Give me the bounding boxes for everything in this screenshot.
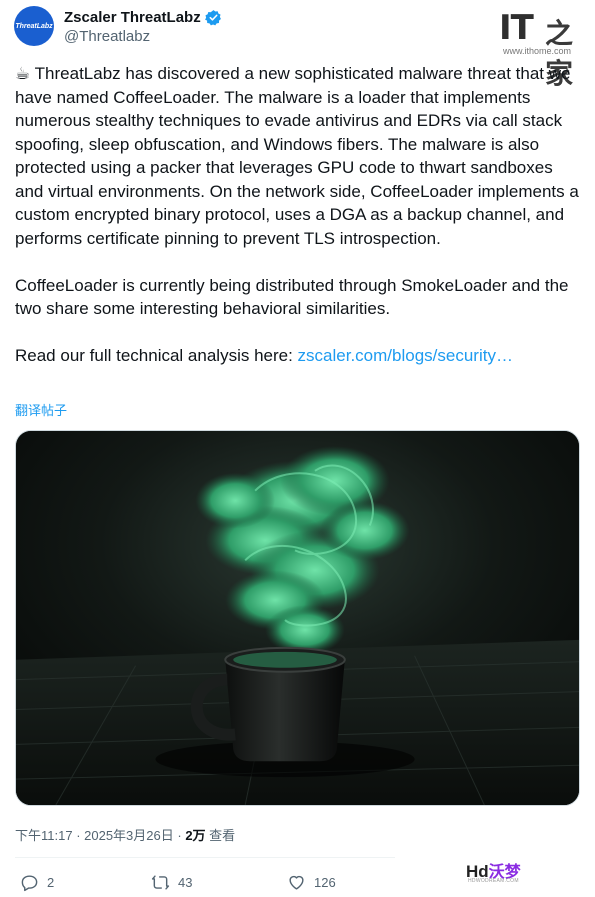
tweet-meta: 下午11:17 · 2025年3月26日 · 2万 查看 <box>15 825 235 844</box>
tweet-paragraph-1: ☕ ThreatLabz has discovered a new sophis… <box>15 64 584 248</box>
ithome-brand: IT <box>499 8 534 48</box>
display-name[interactable]: Zscaler ThreatLabz <box>64 8 201 27</box>
hd-url: HDWODREAM.COM <box>468 878 519 884</box>
like-button[interactable]: 126 <box>287 873 336 892</box>
blog-link[interactable]: zscaler.com/blogs/security… <box>298 346 513 365</box>
reply-button[interactable]: 2 <box>20 873 54 892</box>
verified-badge-icon <box>204 10 221 26</box>
tweet-actions: 2 43 126 <box>20 873 400 895</box>
views-count: 2万 <box>185 828 206 843</box>
handle[interactable]: @Threatlabz <box>64 27 222 46</box>
hdwodream-watermark: Hd沃梦 HDWODREAM.COM <box>466 858 524 888</box>
ithome-url: www.ithome.com <box>503 46 572 56</box>
meta-separator-2: · <box>173 828 186 843</box>
avatar[interactable]: ThreatLabz <box>14 6 54 46</box>
translate-post-link[interactable]: 翻译帖子 <box>15 400 67 419</box>
tweet-paragraph-3: Read our full technical analysis here: <box>15 346 298 365</box>
tweet-time[interactable]: 下午11:17 <box>15 828 73 843</box>
tweet-body: ☕ ThreatLabz has discovered a new sophis… <box>15 62 585 368</box>
tweet-media-image[interactable] <box>15 430 580 806</box>
retweet-button[interactable]: 43 <box>151 873 192 892</box>
reply-count: 2 <box>47 875 55 890</box>
views-label: 查看 <box>205 828 236 843</box>
divider <box>15 857 395 858</box>
tweet-paragraph-2: CoffeeLoader is currently being distribu… <box>15 275 574 319</box>
tweet-header: ThreatLabz Zscaler ThreatLabz @Threatlab… <box>14 6 581 50</box>
meta-separator: · <box>72 828 85 843</box>
ithome-watermark: IT 之家 www.ithome.com <box>499 8 583 89</box>
retweet-icon <box>151 875 170 890</box>
like-count: 126 <box>314 875 336 890</box>
avatar-label: ThreatLabz <box>15 22 53 30</box>
display-name-row[interactable]: Zscaler ThreatLabz <box>64 8 222 27</box>
coffee-mug-smoke-image <box>16 431 579 805</box>
tweet-date[interactable]: 2025年3月26日 <box>84 828 174 843</box>
author-block: Zscaler ThreatLabz @Threatlabz <box>64 8 222 46</box>
retweet-count: 43 <box>178 875 193 890</box>
reply-icon <box>21 875 38 892</box>
heart-icon <box>289 875 304 890</box>
